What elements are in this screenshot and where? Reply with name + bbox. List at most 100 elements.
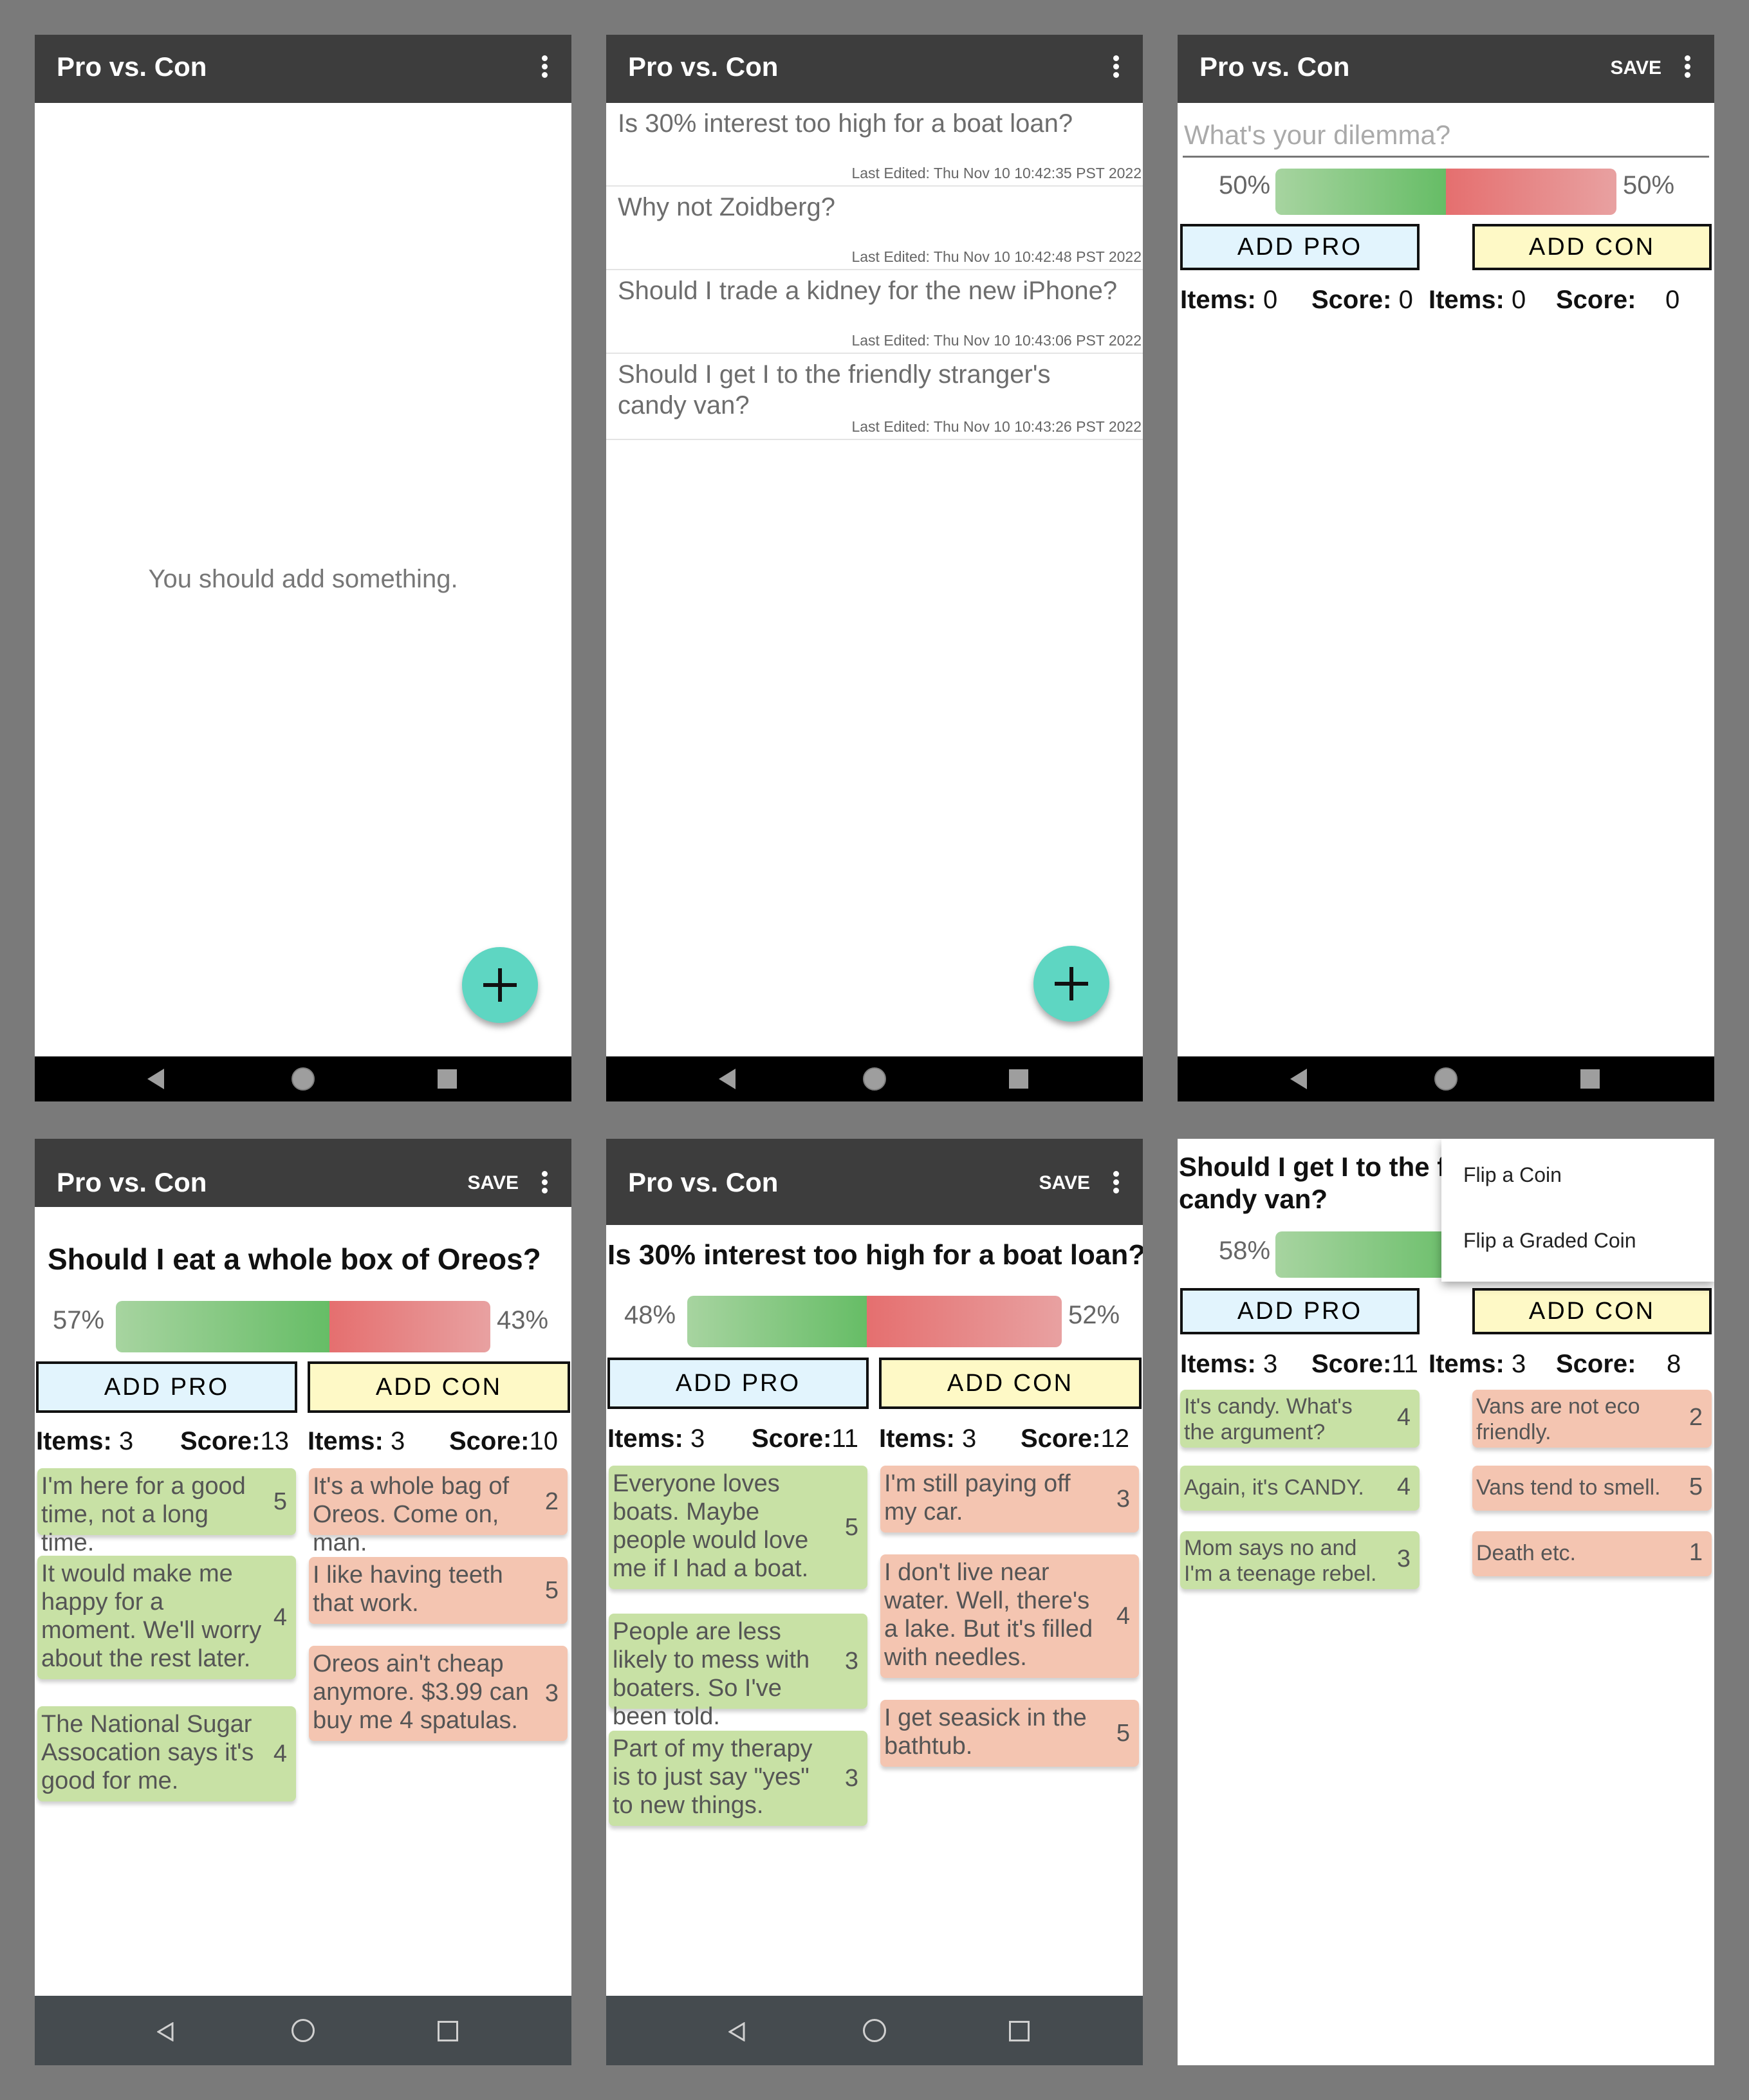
- con-item-text: Oreos ain't cheap anymore. $3.99 can buy…: [313, 1650, 529, 1734]
- menu-item-flip-graded-coin[interactable]: Flip a Graded Coin: [1463, 1229, 1636, 1253]
- overflow-menu-icon[interactable]: [538, 53, 551, 81]
- con-items-label: Items: 0: [1429, 286, 1526, 314]
- con-item-card[interactable]: Oreos ain't cheap anymore. $3.99 can buy…: [309, 1646, 568, 1741]
- con-score-label: Score:12: [1021, 1424, 1129, 1453]
- recents-icon[interactable]: [1009, 2021, 1030, 2041]
- home-icon[interactable]: [292, 2019, 315, 2042]
- pro-score-value: 11: [1391, 1350, 1419, 1378]
- overflow-menu-icon[interactable]: [1109, 1168, 1122, 1197]
- con-item-card[interactable]: I like having teeth that work. 5: [309, 1557, 568, 1624]
- back-icon[interactable]: [147, 1069, 164, 1089]
- pro-item-text: I'm here for a good time, not a long tim…: [41, 1473, 246, 1556]
- con-items-label: Items: 3: [879, 1424, 977, 1453]
- add-con-button[interactable]: ADD CON: [1472, 224, 1712, 270]
- app-title: Pro vs. Con: [628, 51, 779, 82]
- screen-new-dilemma: Pro vs. Con SAVE What's your dilemma? 50…: [1178, 35, 1714, 1101]
- pro-item-text: Mom says no and I'm a teenage rebel.: [1184, 1536, 1377, 1586]
- list-item[interactable]: Is 30% interest too high for a boat loan…: [606, 103, 1143, 187]
- add-pro-button[interactable]: ADD PRO: [1180, 224, 1420, 270]
- menu-item-flip-coin[interactable]: Flip a Coin: [1463, 1163, 1562, 1187]
- back-icon[interactable]: [728, 2022, 745, 2041]
- list-item-date: Last Edited: Thu Nov 10 10:43:06 PST 202…: [851, 332, 1142, 349]
- app-title: Pro vs. Con: [57, 1167, 207, 1197]
- pro-item-card[interactable]: Everyone loves boats. Maybe people would…: [609, 1466, 867, 1589]
- add-con-button[interactable]: ADD CON: [1472, 1288, 1712, 1334]
- home-icon[interactable]: [863, 2019, 886, 2042]
- app-bar: Pro vs. Con SAVE: [1178, 35, 1714, 103]
- add-con-button[interactable]: ADD CON: [308, 1361, 570, 1413]
- home-icon[interactable]: [863, 1067, 886, 1091]
- con-score-value: 10: [529, 1427, 559, 1455]
- back-icon[interactable]: [157, 2022, 174, 2041]
- con-item-card[interactable]: Vans are not eco friendly. 2: [1472, 1390, 1712, 1448]
- con-items-count: 0: [1511, 286, 1526, 314]
- overflow-menu-icon[interactable]: [1681, 53, 1694, 81]
- pro-item-card[interactable]: It would make me happy for a moment. We'…: [37, 1556, 296, 1679]
- pro-score-value: 0: [1398, 286, 1413, 314]
- con-item-score: 5: [1689, 1473, 1703, 1500]
- add-pro-button[interactable]: ADD PRO: [1180, 1288, 1420, 1334]
- pro-item-text: Part of my therapy is to just say "yes" …: [613, 1735, 813, 1819]
- home-icon[interactable]: [292, 1067, 315, 1091]
- overflow-menu: Flip a Coin Flip a Graded Coin: [1441, 1139, 1714, 1282]
- overflow-menu-icon[interactable]: [538, 1168, 551, 1197]
- con-percent: 43%: [497, 1306, 549, 1334]
- pro-items-label: Items: 3: [1180, 1350, 1278, 1378]
- con-percent: 52%: [1068, 1301, 1120, 1329]
- list-item[interactable]: Why not Zoidberg? Last Edited: Thu Nov 1…: [606, 187, 1143, 270]
- con-score-label: Score:: [1556, 286, 1636, 314]
- pro-fill: [116, 1301, 329, 1352]
- add-dilemma-fab[interactable]: [462, 947, 538, 1023]
- recents-icon[interactable]: [1580, 1069, 1600, 1089]
- add-pro-button[interactable]: ADD PRO: [607, 1358, 869, 1409]
- save-button[interactable]: SAVE: [1611, 57, 1661, 79]
- pro-item-text: It would make me happy for a moment. We'…: [41, 1560, 262, 1672]
- home-icon[interactable]: [1434, 1067, 1458, 1091]
- con-item-card[interactable]: Death etc. 1: [1472, 1531, 1712, 1576]
- app-title: Pro vs. Con: [1199, 51, 1350, 82]
- pro-item-card[interactable]: People are less likely to mess with boat…: [609, 1614, 867, 1730]
- pro-item-card[interactable]: Part of my therapy is to just say "yes" …: [609, 1731, 867, 1826]
- pro-items-label: Items: 3: [607, 1424, 705, 1453]
- overflow-menu-icon[interactable]: [1109, 53, 1122, 81]
- pro-item-card[interactable]: Mom says no and I'm a teenage rebel. 3: [1180, 1531, 1420, 1589]
- pro-score-label: Score:13: [180, 1427, 289, 1455]
- pro-item-score: 4: [1396, 1473, 1411, 1500]
- list-item[interactable]: Should I trade a kidney for the new iPho…: [606, 270, 1143, 354]
- con-item-card[interactable]: Vans tend to smell. 5: [1472, 1466, 1712, 1511]
- pro-con-balance-bar: [116, 1301, 490, 1352]
- dilemma-title-line2: candy van?: [1179, 1184, 1328, 1214]
- con-item-card[interactable]: I'm still paying off my car. 3: [880, 1466, 1139, 1533]
- con-item-card[interactable]: It's a whole bag of Oreos. Come on, man.…: [309, 1468, 568, 1556]
- save-button[interactable]: SAVE: [468, 1172, 519, 1194]
- add-pro-button[interactable]: ADD PRO: [36, 1361, 297, 1413]
- list-item[interactable]: Should I get I to the friendly stranger'…: [606, 354, 1143, 440]
- add-dilemma-fab[interactable]: [1033, 946, 1109, 1022]
- add-con-button[interactable]: ADD CON: [879, 1358, 1142, 1409]
- con-score-label: Score:10: [449, 1427, 559, 1455]
- pro-percent: 57%: [53, 1306, 105, 1334]
- pro-item-card[interactable]: It's candy. What's the argument? 4: [1180, 1390, 1420, 1448]
- back-icon[interactable]: [1290, 1069, 1307, 1089]
- list-item-question: Should I trade a kidney for the new iPho…: [618, 277, 1118, 305]
- con-item-text: I don't live near water. Well, there's a…: [884, 1559, 1093, 1671]
- recents-icon[interactable]: [438, 2021, 458, 2041]
- pro-item-score: 3: [1396, 1545, 1411, 1572]
- pro-item-score: 3: [844, 1648, 858, 1675]
- pro-item-card[interactable]: I'm here for a good time, not a long tim…: [37, 1468, 296, 1556]
- dilemma-input[interactable]: What's your dilemma?: [1184, 120, 1450, 151]
- recents-icon[interactable]: [438, 1069, 457, 1089]
- con-item-card[interactable]: I get seasick in the bathtub. 5: [880, 1700, 1139, 1767]
- pro-items-count: 3: [690, 1424, 705, 1453]
- save-button[interactable]: SAVE: [1039, 1172, 1090, 1194]
- con-item-card[interactable]: I don't live near water. Well, there's a…: [880, 1554, 1139, 1678]
- con-item-text: I like having teeth that work.: [313, 1561, 503, 1617]
- recents-icon[interactable]: [1009, 1069, 1028, 1089]
- pro-item-card[interactable]: The National Sugar Assocation says it's …: [37, 1706, 296, 1801]
- list-item-question: Should I get I to the friendly stranger'…: [618, 360, 1051, 419]
- back-icon[interactable]: [719, 1069, 736, 1089]
- pro-item-score: 4: [1396, 1404, 1411, 1431]
- dilemma-title-line1: Should I get I to the fr: [1179, 1152, 1457, 1182]
- pro-item-card[interactable]: Again, it's CANDY. 4: [1180, 1466, 1420, 1511]
- app-title: Pro vs. Con: [628, 1167, 779, 1197]
